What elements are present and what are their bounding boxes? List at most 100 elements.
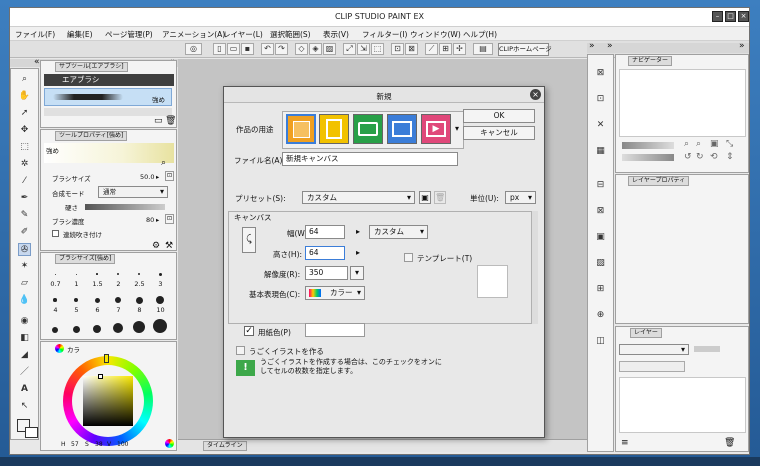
canvas-group-scrollbar[interactable]	[532, 211, 538, 324]
brush-size-dot[interactable]	[117, 273, 119, 275]
resolution-dropdown-icon[interactable]: ▾	[350, 266, 364, 280]
clip-studio-icon[interactable]: ◎	[185, 43, 202, 55]
menu-selection[interactable]: 選択範囲(S)	[270, 29, 311, 40]
layout-icon[interactable]: ▤	[473, 43, 493, 55]
tab-subtool[interactable]: サブツール[エアブラシ]	[55, 62, 128, 72]
tab-navigator[interactable]: ナビゲーター	[628, 56, 673, 66]
maximize-button[interactable]: □	[725, 11, 736, 22]
snap-ruler2-icon[interactable]: ✢	[453, 43, 466, 55]
decoration-tool-icon[interactable]: ✶	[18, 260, 31, 273]
operation-tool-icon[interactable]: ➚	[18, 107, 31, 120]
deselect-icon[interactable]: ⬚	[371, 43, 384, 55]
scale-icon[interactable]: ⇲	[357, 43, 370, 55]
material-icon-10[interactable]: ⊕	[594, 309, 607, 322]
navigator-rotate-slider[interactable]	[622, 154, 674, 161]
material-icon-3[interactable]: ✕	[594, 119, 607, 132]
usage-all-comic-icon[interactable]	[387, 114, 417, 144]
pen-tool-icon[interactable]: ✒	[18, 192, 31, 205]
tab-layer[interactable]: レイヤー	[630, 328, 662, 338]
blend-mode-select[interactable]: 通常	[98, 186, 168, 198]
collapse-left-icon[interactable]: «	[34, 57, 40, 67]
menu-filter[interactable]: フィルター(I)	[362, 29, 407, 40]
minimize-button[interactable]: –	[712, 11, 723, 22]
brush-size-dot[interactable]	[96, 273, 98, 275]
brush-size-spinner-icon[interactable]: ▸	[156, 173, 159, 181]
navigator-zoom-slider[interactable]	[622, 142, 674, 149]
usage-illustration-icon[interactable]	[286, 114, 316, 144]
subtool-item[interactable]: 強め	[44, 88, 172, 106]
paper-color-checkbox[interactable]: ✓	[244, 326, 254, 336]
clip-home-button[interactable]: CLIPホームページ	[498, 43, 552, 56]
material-icon-11[interactable]: ◫	[594, 335, 607, 348]
tab-layer-property[interactable]: レイヤープロパティ	[628, 176, 690, 186]
resolution-input[interactable]: 350	[305, 266, 348, 280]
brush-size-dot[interactable]	[156, 296, 164, 304]
saturation-value-square[interactable]	[83, 376, 133, 426]
filename-input[interactable]: 新規キャンバス	[282, 152, 458, 166]
color-wheel-tab-icon[interactable]	[55, 344, 64, 353]
menu-help[interactable]: ヘルプ(H)	[463, 29, 497, 40]
subtool-group[interactable]: エアブラシ	[44, 74, 174, 86]
usage-webtoon-icon[interactable]	[319, 114, 349, 144]
brush-size-dot[interactable]	[75, 273, 77, 275]
menu-file[interactable]: ファイル(F)	[15, 29, 55, 40]
preset-save-icon[interactable]: ▣	[419, 191, 431, 204]
tab-color[interactable]: カラ	[67, 344, 80, 354]
opacity-slider[interactable]	[694, 346, 720, 352]
fill-tool-icon[interactable]: ◉	[18, 315, 31, 328]
rotate-left-icon[interactable]: ↺	[684, 152, 692, 162]
material-icon-2[interactable]: ⊡	[594, 93, 607, 106]
brush-size-dot[interactable]	[94, 297, 100, 303]
material-icon-4[interactable]: ▦	[594, 145, 607, 158]
brush-size-dot-large[interactable]	[52, 327, 58, 333]
flip-vertical-icon[interactable]: ⇕	[726, 152, 734, 162]
zoom-preview-icon[interactable]: ⌕	[161, 158, 166, 168]
height-arrow-icon[interactable]: ▸	[356, 248, 360, 257]
eyedropper-tool-icon[interactable]: ⁄	[18, 175, 31, 188]
brush-size-dot-large[interactable]	[72, 326, 80, 333]
show-selection-icon[interactable]: ⊠	[405, 43, 418, 55]
brush-size-dot[interactable]	[74, 298, 78, 302]
zoom-in-icon[interactable]: ⌕	[684, 139, 689, 149]
invert-selection-icon[interactable]: ⊡	[391, 43, 404, 55]
dialog-close-icon[interactable]: ×	[530, 89, 541, 100]
fill-icon[interactable]: ▨	[323, 43, 336, 55]
brush-size-dot-large[interactable]	[133, 321, 145, 333]
template-checkbox[interactable]	[404, 253, 413, 262]
blend-tool-icon[interactable]: 💧	[18, 294, 31, 307]
auto-select-tool-icon[interactable]: ✲	[18, 158, 31, 171]
subtool-settings-icon[interactable]: ▭	[154, 116, 163, 126]
usage-comic-icon[interactable]	[353, 114, 383, 144]
save-icon[interactable]: ▪	[241, 43, 254, 55]
paper-color-swatch[interactable]	[305, 323, 365, 337]
width-input[interactable]: 64	[305, 225, 345, 239]
material-icon-9[interactable]: ⊞	[594, 283, 607, 296]
menu-view[interactable]: 表示(V)	[323, 29, 349, 40]
open-file-icon[interactable]: ▭	[227, 43, 240, 55]
material-icon-8[interactable]: ▨	[594, 257, 607, 270]
color-picker-handle[interactable]	[98, 374, 103, 379]
expand-right2-icon[interactable]: »	[607, 41, 613, 51]
brush-tool-icon[interactable]: ✐	[18, 226, 31, 239]
undo-icon[interactable]: ↶	[261, 43, 274, 55]
tab-brush-size[interactable]: ブラシサイズ[強め]	[55, 254, 116, 264]
new-file-icon[interactable]: ▯	[213, 43, 226, 55]
expand-right-icon[interactable]: »	[589, 41, 595, 51]
rotate-right-icon[interactable]: ↻	[696, 152, 704, 162]
brush-size-dot[interactable]	[53, 298, 57, 302]
clear-icon[interactable]: ◇	[295, 43, 308, 55]
cancel-button[interactable]: キャンセル	[463, 126, 535, 140]
layer-menu-icon[interactable]: ≡	[621, 438, 629, 448]
snap-grid-icon[interactable]: ⊞	[439, 43, 452, 55]
sub-color-swatch[interactable]	[25, 427, 38, 438]
unit-select[interactable]: px	[505, 191, 536, 204]
color-mode-icon[interactable]	[165, 439, 174, 448]
close-button[interactable]: ×	[738, 11, 749, 22]
redo-icon[interactable]: ↷	[275, 43, 288, 55]
tab-timeline[interactable]: タイムライン	[203, 441, 247, 451]
brush-size-dot[interactable]	[135, 296, 143, 304]
selection-tool-icon[interactable]: ⬚	[18, 141, 31, 154]
continuous-checkbox[interactable]	[52, 230, 59, 237]
preset-delete-icon[interactable]: 🗑	[434, 191, 446, 204]
height-input[interactable]: 64	[305, 246, 345, 260]
